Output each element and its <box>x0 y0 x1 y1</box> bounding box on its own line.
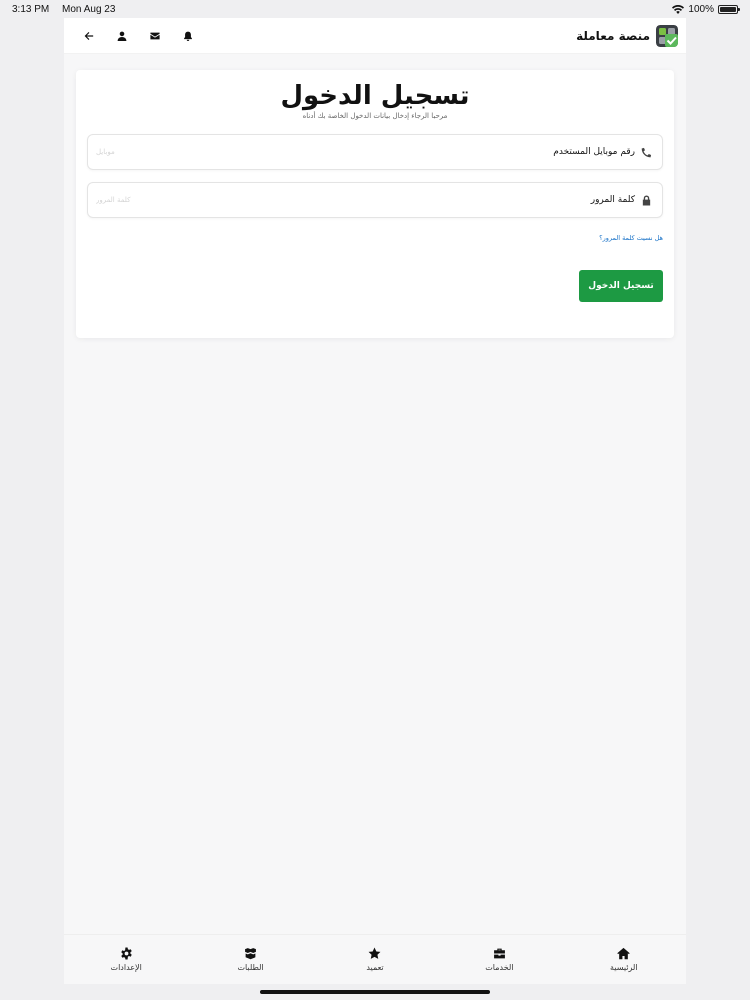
status-left: 3:13 PM Mon Aug 23 <box>12 4 125 15</box>
brand-logo-icon <box>656 24 678 47</box>
header-actions <box>72 21 204 51</box>
brand[interactable]: منصة معاملة <box>576 24 678 47</box>
password-field-label: كلمة المرور <box>590 194 652 206</box>
phone-input[interactable] <box>96 148 256 156</box>
password-label-text: كلمة المرور <box>590 195 635 205</box>
nav-label-settings: الإعدادات <box>110 963 142 972</box>
wifi-icon <box>672 4 685 14</box>
briefcase-icon <box>493 948 505 959</box>
status-right: 100% <box>672 3 740 15</box>
bell-icon[interactable] <box>171 21 204 51</box>
phone-label-text: رقم موبايل المستخدم <box>553 147 635 157</box>
mail-icon[interactable] <box>138 21 171 51</box>
bottom-nav: الرئيسية الخدمات تعميد الطلبات الإعدادات <box>64 934 686 984</box>
phone-field[interactable]: رقم موبايل المستخدم <box>87 134 663 170</box>
star-icon <box>369 947 381 959</box>
phone-field-label: رقم موبايل المستخدم <box>553 147 652 158</box>
nav-label-approval: تعميد <box>366 963 384 972</box>
nav-item-home[interactable]: الرئيسية <box>562 935 686 984</box>
brand-name: منصة معاملة <box>576 28 650 43</box>
nav-label-services: الخدمات <box>485 963 514 972</box>
nav-label-orders: الطلبات <box>237 963 264 972</box>
battery-icon <box>718 4 740 14</box>
page-subtitle: مرحبا الرجاء إدخال بيانات الدخول الخاصة … <box>302 112 448 120</box>
home-indicator[interactable] <box>260 990 490 994</box>
login-button-row: تسجيل الدخول <box>87 270 663 302</box>
gear-icon <box>120 947 132 960</box>
password-field[interactable]: كلمة المرور <box>87 182 663 218</box>
page-title: تسجيل الدخول <box>280 81 470 111</box>
forgot-password-link[interactable]: هل نسيت كلمة المرور؟ <box>87 234 663 242</box>
nav-item-approval[interactable]: تعميد <box>313 935 437 984</box>
app-window: منصة معاملة تسجيل الدخول مرحبا الرجاء إد… <box>64 18 686 984</box>
login-card: تسجيل الدخول مرحبا الرجاء إدخال بيانات ا… <box>76 70 674 338</box>
login-button[interactable]: تسجيل الدخول <box>579 270 663 302</box>
lock-icon <box>642 194 651 206</box>
boxes-icon <box>245 948 256 960</box>
battery-fill <box>720 6 736 12</box>
top-header: منصة معاملة <box>64 18 686 54</box>
user-icon[interactable] <box>105 21 138 51</box>
nav-item-services[interactable]: الخدمات <box>437 935 561 984</box>
home-icon <box>617 947 631 960</box>
back-arrow-icon[interactable] <box>72 21 105 51</box>
status-date: Mon Aug 23 <box>62 3 116 15</box>
password-input[interactable] <box>96 196 256 204</box>
nav-label-home: الرئيسية <box>610 963 638 972</box>
main-content: تسجيل الدخول مرحبا الرجاء إدخال بيانات ا… <box>64 54 686 934</box>
status-bar: 3:13 PM Mon Aug 23 100% <box>0 0 750 18</box>
battery-percent: 100% <box>688 3 714 15</box>
nav-item-settings[interactable]: الإعدادات <box>64 935 188 984</box>
status-time: 3:13 PM <box>12 3 50 15</box>
phone-icon <box>641 147 652 157</box>
nav-item-orders[interactable]: الطلبات <box>188 935 312 984</box>
